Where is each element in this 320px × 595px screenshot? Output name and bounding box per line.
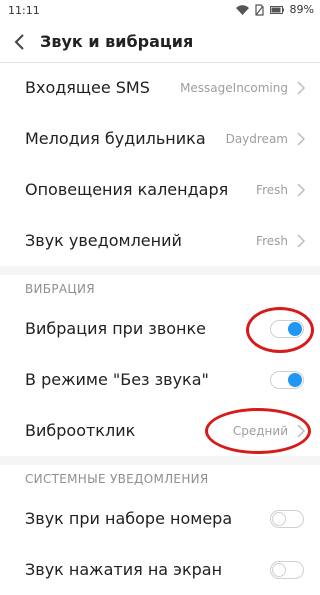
vibrate-silent-toggle[interactable]: [270, 370, 304, 389]
vibrate-on-ring-item[interactable]: Вибрация при звонке: [0, 303, 320, 354]
battery-percent: 89%: [289, 3, 314, 16]
chevron-right-icon: [297, 233, 306, 248]
item-label: Звук при наборе номера: [25, 509, 233, 528]
item-label: Мелодия будильника: [25, 129, 206, 148]
status-icons: 89%: [235, 3, 314, 16]
item-label: Виброотклик: [25, 421, 136, 440]
item-label: В режиме "Без звука": [25, 370, 209, 389]
app-header: Звук и вибрация: [0, 22, 320, 63]
battery-icon: [269, 5, 284, 14]
wifi-icon: [235, 4, 249, 15]
toggle-knob: [288, 372, 302, 387]
item-value: Fresh: [256, 233, 288, 248]
page-title: Звук и вибрация: [40, 32, 194, 51]
touch-sound-toggle[interactable]: [270, 560, 304, 579]
notification-sound-item[interactable]: Звук уведомлений Fresh: [0, 215, 320, 266]
chevron-right-icon: [297, 80, 306, 95]
chevron-right-icon: [297, 131, 306, 146]
touch-sound-item[interactable]: Звук нажатия на экран: [0, 544, 320, 595]
section-divider: [0, 266, 320, 275]
alarm-tone-item[interactable]: Мелодия будильника Daydream: [0, 113, 320, 164]
toggle-knob: [272, 511, 286, 526]
back-arrow-icon[interactable]: [8, 30, 32, 54]
settings-list: Входящее SMS MessageIncoming Мелодия буд…: [0, 62, 320, 595]
item-label: Оповещения календаря: [25, 180, 229, 199]
item-value: MessageIncoming: [180, 80, 288, 95]
status-time: 11:11: [8, 4, 40, 17]
item-value: Daydream: [225, 131, 288, 146]
status-bar: 11:11 89%: [0, 0, 320, 22]
item-value: Средний: [232, 423, 288, 438]
item-value: Fresh: [256, 182, 288, 197]
vibrate-on-ring-toggle[interactable]: [270, 319, 304, 338]
no-sim-icon: [254, 3, 264, 16]
dial-tone-toggle[interactable]: [270, 509, 304, 528]
haptic-feedback-item[interactable]: Виброотклик Средний: [0, 405, 320, 456]
item-label: Вибрация при звонке: [25, 319, 206, 338]
item-label: Звук нажатия на экран: [25, 560, 223, 579]
calendar-alert-item[interactable]: Оповещения календаря Fresh: [0, 164, 320, 215]
system-section-title: СИСТЕМНЫЕ УВЕДОМЛЕНИЯ: [25, 472, 209, 486]
vibrate-silent-item[interactable]: В режиме "Без звука": [0, 354, 320, 405]
chevron-right-icon: [297, 182, 306, 197]
chevron-right-icon: [297, 423, 306, 438]
section-divider: [0, 456, 320, 465]
sms-tone-item[interactable]: Входящее SMS MessageIncoming: [0, 62, 320, 113]
toggle-knob: [272, 562, 286, 577]
item-label: Входящее SMS: [25, 78, 150, 97]
dial-tone-item[interactable]: Звук при наборе номера: [0, 493, 320, 544]
toggle-knob: [288, 321, 302, 336]
item-label: Звук уведомлений: [25, 231, 182, 250]
vibration-section-title: ВИБРАЦИЯ: [25, 282, 95, 296]
